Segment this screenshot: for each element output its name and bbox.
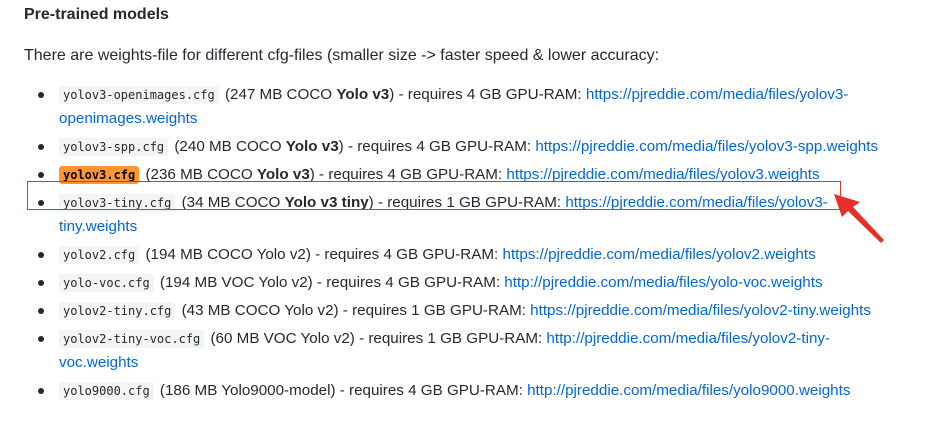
model-description: (34 MB COCO [177, 194, 285, 211]
cfg-filename: yolo-voc.cfg [59, 274, 154, 292]
model-requirements: ) - requires 4 GB GPU-RAM: [309, 166, 507, 183]
model-description: (60 MB VOC Yolo v2) - requires 1 GB GPU-… [206, 330, 547, 347]
list-item: yolov3-openimages.cfg (247 MB COCO Yolo … [38, 83, 889, 131]
section-intro: There are weights-file for different cfg… [24, 47, 660, 64]
bullet-icon [38, 388, 44, 394]
weights-link[interactable]: https://pjreddie.com/media/files/yolov3.… [506, 166, 819, 183]
weights-link[interactable]: http://pjreddie.com/media/files/yolo-voc… [504, 274, 822, 291]
cfg-filename: yolov2-tiny-voc.cfg [59, 330, 205, 348]
bullet-icon [38, 92, 44, 98]
model-name: Yolo v3 [336, 86, 390, 103]
readme-section: Pre-trained models There are weights-fil… [24, 0, 924, 407]
weights-link[interactable]: https://pjreddie.com/media/files/yolov2-… [530, 302, 871, 319]
list-item: yolov2-tiny-voc.cfg (60 MB VOC Yolo v2) … [38, 327, 889, 375]
model-description: (43 MB COCO Yolo v2) - requires 1 GB GPU… [177, 302, 531, 319]
list-item: yolov3-tiny.cfg (34 MB COCO Yolo v3 tiny… [38, 191, 889, 239]
list-item-highlighted: yolov3.cfg (236 MB COCO Yolo v3) - requi… [38, 163, 889, 187]
cfg-filename: yolo9000.cfg [59, 382, 154, 400]
model-description: (194 MB COCO Yolo v2) - requires 4 GB GP… [141, 246, 503, 263]
model-description: (247 MB COCO [220, 86, 337, 103]
bullet-icon [38, 280, 44, 286]
cfg-filename: yolov2.cfg [59, 246, 140, 264]
bullet-icon [38, 252, 44, 258]
cfg-filename-highlighted: yolov3.cfg [59, 166, 140, 184]
bullet-icon [38, 308, 44, 314]
list-item: yolov2-tiny.cfg (43 MB COCO Yolo v2) - r… [38, 299, 889, 323]
model-name: Yolo v3 [256, 166, 310, 183]
list-item: yolov3-spp.cfg (240 MB COCO Yolo v3) - r… [38, 135, 889, 159]
model-name: Yolo v3 tiny [284, 194, 369, 211]
model-requirements: ) - requires 4 GB GPU-RAM: [338, 138, 536, 155]
bullet-icon [38, 172, 44, 178]
cfg-filename: yolov3-spp.cfg [59, 138, 169, 156]
model-requirements: ) - requires 1 GB GPU-RAM: [368, 194, 566, 211]
list-item: yolo9000.cfg (186 MB Yolo9000-model) - r… [38, 379, 889, 403]
bullet-icon [38, 336, 44, 342]
cfg-filename: yolov2-tiny.cfg [59, 302, 176, 320]
cfg-filename: yolov3-tiny.cfg [59, 194, 176, 212]
weights-link[interactable]: https://pjreddie.com/media/files/yolov3-… [535, 138, 878, 155]
bullet-icon [38, 144, 44, 150]
model-description: (240 MB COCO [170, 138, 286, 155]
section-heading: Pre-trained models [24, 6, 169, 23]
cfg-filename: yolov3-openimages.cfg [59, 86, 219, 104]
model-name: Yolo v3 [285, 138, 339, 155]
list-item: yolov2.cfg (194 MB COCO Yolo v2) - requi… [38, 243, 889, 267]
bullet-icon [38, 200, 44, 206]
model-requirements: ) - requires 4 GB GPU-RAM: [389, 86, 586, 103]
model-description: (194 MB VOC Yolo v2) - requires 4 GB GPU… [155, 274, 505, 291]
model-description: (186 MB Yolo9000-model) - requires 4 GB … [155, 382, 528, 399]
list-item: yolo-voc.cfg (194 MB VOC Yolo v2) - requ… [38, 271, 889, 295]
model-description: (236 MB COCO [141, 166, 257, 183]
weights-link[interactable]: https://pjreddie.com/media/files/yolov2.… [503, 246, 816, 263]
weights-link[interactable]: http://pjreddie.com/media/files/yolo9000… [527, 382, 850, 399]
model-list: yolov3-openimages.cfg (247 MB COCO Yolo … [24, 83, 924, 403]
